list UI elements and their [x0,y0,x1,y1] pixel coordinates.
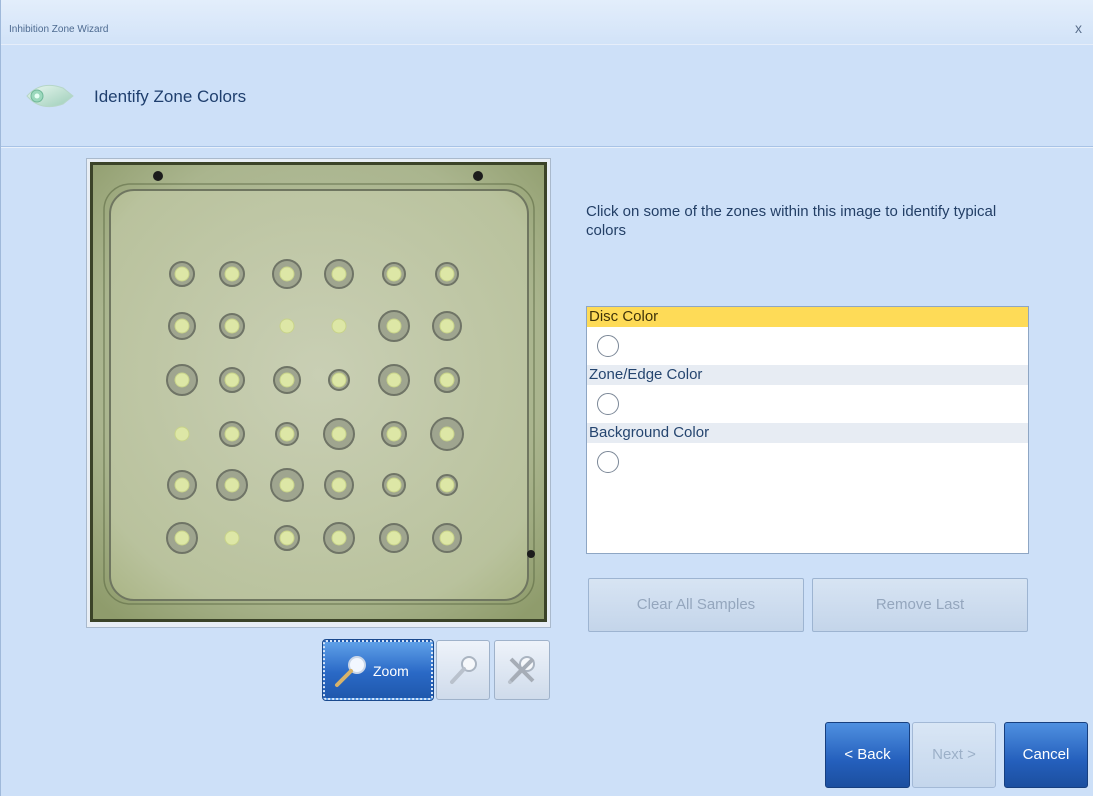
antibiotic-disc[interactable] [174,266,190,282]
pick-color-button[interactable] [436,640,490,700]
next-button[interactable]: Next > [912,722,996,788]
antibiotic-disc[interactable] [174,426,190,442]
antibiotic-disc[interactable] [439,318,455,334]
antibiotic-disc[interactable] [279,266,295,282]
empty-swatch-icon [597,451,619,473]
antibiotic-disc[interactable] [224,530,240,546]
antibiotic-disc[interactable] [331,372,347,388]
header-divider [1,146,1093,148]
zoom-magnifier-icon [335,656,366,687]
antibiotic-disc[interactable] [174,530,190,546]
antibiotic-disc[interactable] [224,477,240,493]
antibiotic-disc[interactable] [386,426,402,442]
window-title: Inhibition Zone Wizard [9,24,109,35]
empty-swatch-icon [597,393,619,415]
title-bar: Inhibition Zone Wizard x [1,0,1093,45]
remove-sample-button[interactable] [494,640,550,700]
wizard-window: Inhibition Zone Wizard x Identify Zone C… [0,0,1093,796]
antibiotic-disc[interactable] [439,372,455,388]
remove-last-button[interactable]: Remove Last [812,578,1028,632]
cancel-button[interactable]: Cancel [1004,722,1088,788]
plate-image[interactable] [90,162,547,622]
remove-sample-icon [508,656,535,684]
antibiotic-disc[interactable] [331,266,347,282]
antibiotic-disc[interactable] [439,426,455,442]
antibiotic-disc[interactable] [331,426,347,442]
group-disc-color[interactable]: Disc Color [587,307,1028,327]
antibiotic-disc[interactable] [174,477,190,493]
zoom-label: Zoom [373,663,409,679]
empty-swatch-icon [597,335,619,357]
antibiotic-disc[interactable] [439,477,455,493]
antibiotic-disc[interactable] [386,266,402,282]
group-zone-edge-color[interactable]: Zone/Edge Color [587,365,1028,385]
antibiotic-disc[interactable] [439,530,455,546]
page-title: Identify Zone Colors [94,87,247,106]
antibiotic-disc[interactable] [279,530,295,546]
antibiotic-disc[interactable] [279,318,295,334]
antibiotic-disc[interactable] [386,530,402,546]
group-background-color[interactable]: Background Color [587,423,1028,443]
antibiotic-disc[interactable] [174,318,190,334]
close-button[interactable]: x [1075,20,1082,36]
antibiotic-disc[interactable] [279,477,295,493]
antibiotic-disc[interactable] [224,372,240,388]
background-color-samples [587,443,1028,481]
antibiotic-disc[interactable] [386,372,402,388]
zoom-button[interactable]: Zoom [322,639,434,701]
antibiotic-disc[interactable] [279,426,295,442]
antibiotic-disc[interactable] [386,318,402,334]
antibiotic-disc[interactable] [174,372,190,388]
antibiotic-disc[interactable] [331,530,347,546]
back-button[interactable]: < Back [825,722,910,788]
wizard-step-disc-icon [26,84,74,108]
antibiotic-disc[interactable] [331,318,347,334]
antibiotic-disc[interactable] [386,477,402,493]
color-picker-icon [450,656,477,684]
zone-color-list[interactable]: Disc Color Zone/Edge Color Background Co… [586,306,1029,554]
disc-color-samples [587,327,1028,365]
antibiotic-disc[interactable] [331,477,347,493]
antibiotic-disc[interactable] [224,266,240,282]
clear-all-samples-button[interactable]: Clear All Samples [588,578,804,632]
zone-edge-color-samples [587,385,1028,423]
antibiotic-disc[interactable] [224,318,240,334]
antibiotic-disc[interactable] [279,372,295,388]
plate-image-panel[interactable] [86,158,551,628]
antibiotic-disc[interactable] [224,426,240,442]
antibiotic-disc[interactable] [439,266,455,282]
instructions-text: Click on some of the zones within this i… [586,203,997,239]
